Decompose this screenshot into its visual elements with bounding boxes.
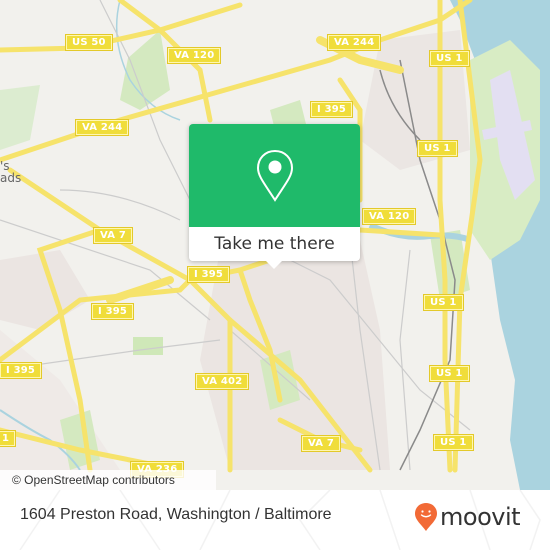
road-shield-va-7: VA 7: [300, 435, 342, 452]
take-me-there-button[interactable]: Take me there: [189, 227, 360, 261]
address-label: 1604 Preston Road, Washington / Baltimor…: [20, 506, 332, 523]
road-shield-va-244: VA 244: [74, 119, 130, 136]
road-shield-i-395: I 395: [309, 101, 354, 118]
road-shield-us-1: US 1: [417, 140, 458, 157]
road-shield-va-120: VA 120: [166, 47, 222, 64]
popup-pointer: [265, 260, 283, 269]
road-shield-us-1: US 1: [423, 294, 464, 311]
map-view[interactable]: US 50 VA 120 VA 244 VA 244 US 1 I 395 US…: [0, 0, 550, 490]
map-pin-icon: [256, 149, 293, 202]
road-shield-us-1: US 1: [429, 50, 470, 67]
road-shield-va-7: VA 7: [92, 227, 134, 244]
road-shield-va-120: VA 120: [361, 208, 417, 225]
map-attribution[interactable]: © OpenStreetMap contributors: [0, 470, 216, 490]
popup-header: [189, 124, 360, 227]
road-shield-i-395: I 395: [0, 362, 43, 379]
road-shield-i-395: I 395: [90, 303, 135, 320]
road-shield-us-1: US 1: [433, 434, 474, 451]
location-popup: Take me there: [189, 124, 360, 269]
road-shield-va-402: VA 402: [194, 373, 250, 390]
moovit-pin-smiley-icon: [415, 503, 437, 531]
moovit-logo[interactable]: moovit: [414, 502, 521, 532]
road-shield-i-395: I 395: [186, 266, 231, 283]
road-shield-us-1: US 1: [429, 365, 470, 382]
road-shield-va-244: VA 244: [326, 34, 382, 51]
moovit-wordmark: moovit: [440, 503, 521, 531]
road-shield-us-50: US 50: [65, 34, 113, 51]
place-label-partial: ads: [0, 171, 22, 185]
footer: 1604 Preston Road, Washington / Baltimor…: [0, 490, 550, 550]
road-shield-partial: 1: [0, 430, 17, 447]
